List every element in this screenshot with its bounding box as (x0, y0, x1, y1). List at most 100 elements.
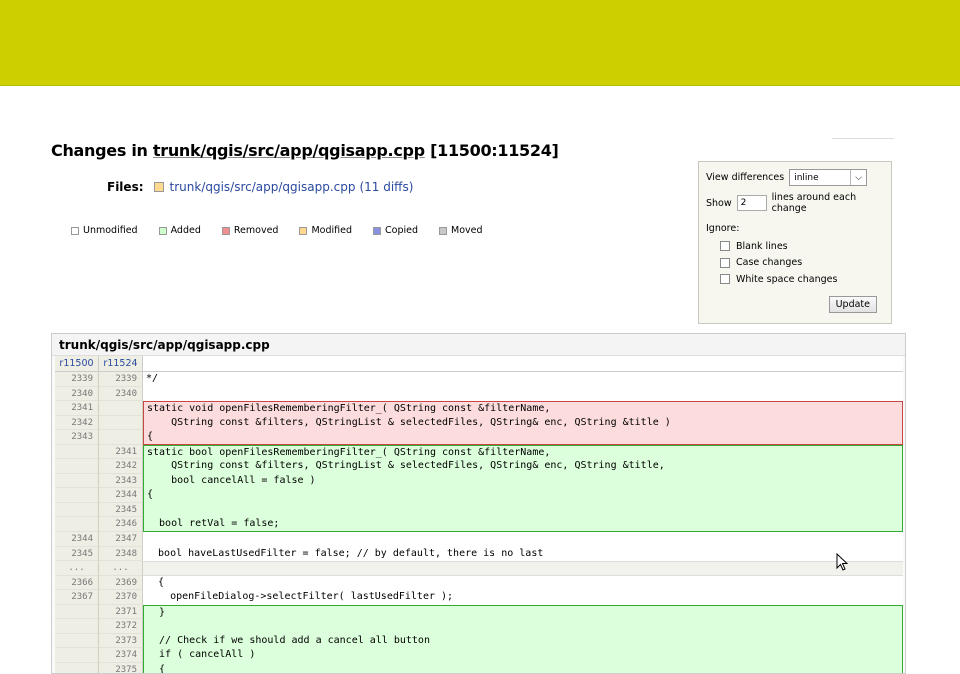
code-line: bool haveLastUsedFilter = false; // by d… (143, 546, 903, 562)
ignore-label: Ignore: (706, 223, 740, 234)
diff-row: 2346 bool retVal = false; (55, 517, 903, 533)
old-line-number: 2339 (55, 372, 99, 387)
legend-label: Removed (233, 225, 279, 236)
new-line-number: 2347 (99, 532, 143, 547)
new-line-number: 2344 (99, 488, 143, 503)
diff-row: 2375 { (55, 662, 903, 673)
diff-row: 2372 (55, 619, 903, 634)
new-line-number: 2342 (99, 459, 143, 474)
new-line-number (99, 415, 143, 431)
diff-row: 2344 2347 (55, 532, 903, 547)
ignore-blank-lines[interactable]: Blank lines (720, 238, 884, 255)
new-line-number: 2346 (99, 517, 143, 533)
new-line-number: 2343 (99, 473, 143, 489)
update-button[interactable]: Update (828, 296, 877, 313)
new-line-number: 2345 (99, 502, 143, 518)
legend-swatch-icon (299, 226, 308, 235)
view-differences-label: View differences (706, 172, 785, 183)
old-revision-link[interactable]: r11500 (55, 356, 99, 371)
diff-row: 2339 2339 */ (55, 372, 903, 387)
whitespace-changes-checkbox[interactable] (720, 274, 730, 285)
old-line-number: 2344 (55, 532, 99, 547)
page-title-prefix: Changes in (51, 141, 153, 160)
files-row: Files: trunk/qgis/src/app/qgisapp.cpp (1… (107, 180, 413, 194)
case-changes-label: Case changes (736, 257, 803, 269)
old-line-number: ... (55, 561, 99, 576)
diff-file-title: trunk/qgis/src/app/qgisapp.cpp (52, 334, 905, 356)
code-line (143, 386, 903, 402)
whitespace-changes-label: White space changes (736, 273, 838, 285)
code-line: // Check if we should add a cancel all b… (143, 633, 903, 649)
legend-swatch-icon (373, 226, 381, 235)
old-line-number (55, 488, 99, 503)
code-line (143, 619, 903, 634)
new-line-number: ... (99, 561, 143, 576)
code-line: static bool openFilesRememberingFilter_(… (143, 444, 903, 460)
diff-rows: 2339 2339 */2340 2340 2341 static void openFi… (55, 372, 903, 673)
diff-row: 2374 if ( cancelAll ) (55, 648, 903, 663)
legend-label: Copied (385, 225, 418, 236)
legend-item: Added (158, 225, 201, 236)
old-line-number (55, 619, 99, 634)
code-line: { (143, 575, 903, 591)
code-line: QString const &filters, QStringList & se… (143, 459, 903, 474)
new-line-number: 2348 (99, 546, 143, 562)
legend-item: Unmodified (71, 225, 138, 236)
new-line-number: 2340 (99, 386, 143, 402)
blank-lines-checkbox[interactable] (720, 241, 730, 252)
new-line-number: 2375 (99, 662, 143, 673)
old-line-number (55, 517, 99, 533)
new-line-number: 2341 (99, 444, 143, 460)
diff-options-panel: View differences inline ⌵ Show lines aro… (698, 161, 892, 324)
diff-row: 2344{ (55, 488, 903, 503)
header-banner (0, 0, 960, 86)
code-line: { (143, 430, 903, 445)
code-line (143, 532, 903, 547)
legend-label: Moved (451, 225, 483, 236)
old-line-number: 2341 (55, 401, 99, 416)
context-lines-input[interactable] (736, 195, 767, 211)
new-line-number: 2370 (99, 590, 143, 605)
diff-row: 2371 } (55, 604, 903, 620)
file-link[interactable]: trunk/qgis/src/app/qgisapp.cpp (170, 180, 356, 194)
view-mode-select[interactable]: inline ⌵ (789, 169, 868, 186)
diff-panel: trunk/qgis/src/app/qgisapp.cpp r11500 r1… (51, 333, 906, 674)
diff-row: 2342 QString const &filters, QStringList… (55, 459, 903, 474)
new-line-number: 2372 (99, 619, 143, 634)
code-line: QString const &filters, QStringList & se… (143, 415, 903, 431)
legend-item: Moved (439, 225, 483, 236)
divider (832, 138, 894, 139)
code-line: { (143, 662, 903, 673)
old-line-number: 2367 (55, 590, 99, 605)
diff-row: 2341 static bool openFilesRememberingFilt… (55, 444, 903, 460)
diff-row: 2373 // Check if we should add a cancel … (55, 633, 903, 649)
new-line-number: 2369 (99, 575, 143, 591)
diff-row: 2342 QString const &filters, QStringList… (55, 415, 903, 431)
modified-file-icon (153, 182, 164, 192)
old-line-number (55, 604, 99, 620)
diff-row: 2343 { (55, 430, 903, 445)
old-line-number (55, 502, 99, 518)
page-title-path-link[interactable]: trunk/qgis/src/app/qgisapp.cpp (153, 141, 425, 160)
old-line-number: 2342 (55, 415, 99, 431)
new-revision-link[interactable]: r11524 (99, 356, 143, 371)
diff-row: 2341 static void openFilesRememberingFilt… (55, 401, 903, 416)
old-line-number (55, 459, 99, 474)
mouse-cursor-icon (836, 553, 848, 571)
new-line-number (99, 430, 143, 445)
show-label: Show (706, 197, 732, 209)
ignore-case-changes[interactable]: Case changes (720, 255, 884, 272)
code-line (143, 561, 903, 576)
page-title: Changes in trunk/qgis/src/app/qgisapp.cp… (51, 141, 559, 160)
legend: Unmodified Added Removed Modified Copied Move… (71, 225, 504, 236)
code-line: */ (143, 372, 903, 387)
legend-label: Unmodified (83, 225, 138, 236)
case-changes-checkbox[interactable] (720, 257, 730, 268)
ignore-whitespace-changes[interactable]: White space changes (720, 271, 884, 288)
show-suffix-label: lines around each change (771, 192, 857, 214)
new-line-number: 2371 (99, 604, 143, 620)
new-line-number: 2373 (99, 633, 143, 649)
old-line-number (55, 444, 99, 460)
chevron-down-icon: ⌵ (850, 170, 866, 185)
diff-count-link[interactable]: (11 diffs) (359, 180, 413, 194)
